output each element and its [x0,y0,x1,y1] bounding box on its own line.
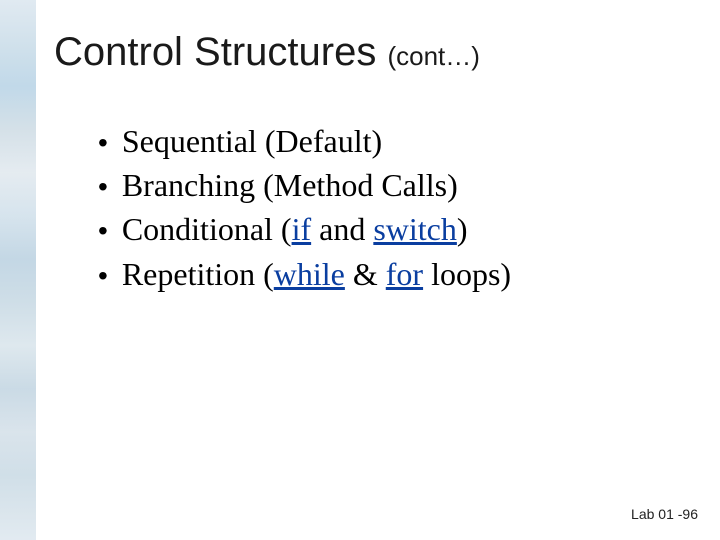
keyword-for: for [386,256,423,292]
bullet-text: Repetition (while & for loops) [122,253,511,295]
list-item: • Repetition (while & for loops) [98,253,658,295]
title-continuation: (cont…) [387,41,479,71]
text-pre: Conditional ( [122,211,292,247]
bullet-text: Sequential (Default) [122,120,382,162]
text-post: loops) [423,256,511,292]
text-mid: & [345,256,386,292]
bullet-list: • Sequential (Default) • Branching (Meth… [98,120,658,297]
list-item: • Branching (Method Calls) [98,164,658,206]
bullet-dot-icon: • [98,126,108,160]
slide-footer: Lab 01 -96 [631,506,698,522]
keyword-if: if [292,211,312,247]
list-item: • Conditional (if and switch) [98,208,658,250]
bullet-text: Conditional (if and switch) [122,208,468,250]
text-post: ) [457,211,468,247]
bullet-dot-icon: • [98,170,108,204]
keyword-switch: switch [373,211,457,247]
bullet-dot-icon: • [98,259,108,293]
slide-title: Control Structures (cont…) [54,30,480,75]
title-main: Control Structures [54,30,376,74]
keyword-while: while [274,256,345,292]
text-mid: and [311,211,373,247]
list-item: • Sequential (Default) [98,120,658,162]
text-pre: Repetition ( [122,256,274,292]
bullet-text: Branching (Method Calls) [122,164,458,206]
bullet-dot-icon: • [98,214,108,248]
decorative-sidebar [0,0,36,540]
